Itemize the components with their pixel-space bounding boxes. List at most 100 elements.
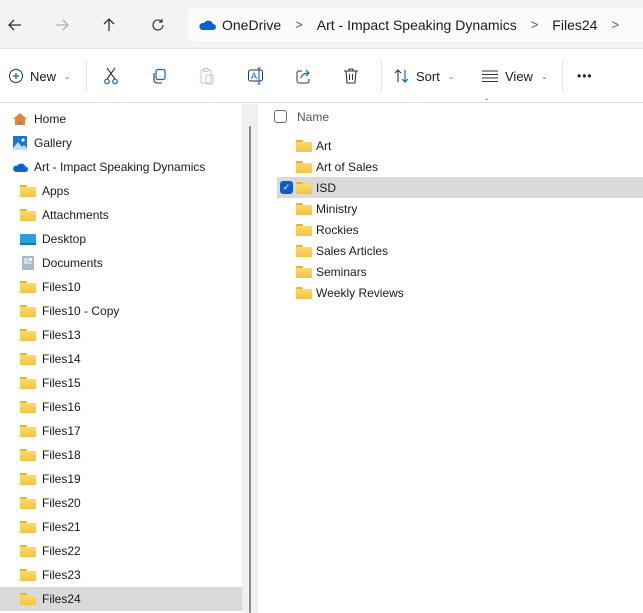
sidebar-item[interactable]: Files10 - Copy <box>0 299 242 323</box>
cut-button[interactable] <box>103 62 119 90</box>
rename-button[interactable]: A <box>247 62 265 90</box>
copy-button[interactable] <box>151 62 167 90</box>
sidebar-item[interactable]: Documents <box>0 251 242 275</box>
address-bar[interactable]: OneDrive > Art - Impact Speaking Dynamic… <box>188 8 643 41</box>
copy-icon <box>153 68 166 84</box>
sidebar-item[interactable]: Gallery <box>0 131 242 155</box>
sidebar-item-label: Files14 <box>42 352 81 366</box>
sidebar-item-label: Files24 <box>42 592 81 606</box>
sidebar-item[interactable]: Files23 <box>0 563 242 587</box>
sidebar-item[interactable]: Files17 <box>0 419 242 443</box>
folder-icon <box>20 545 36 557</box>
file-row[interactable]: Weekly Reviews <box>277 282 643 303</box>
sort-ascending-icon: ˆ <box>485 98 489 109</box>
paste-button[interactable] <box>199 62 215 90</box>
file-row[interactable]: Art of Sales <box>277 156 643 177</box>
sidebar-item[interactable]: Home <box>0 107 242 131</box>
sidebar-item[interactable]: Files14 <box>0 347 242 371</box>
sidebar-item[interactable]: Files15 <box>0 371 242 395</box>
sidebar-item[interactable]: Files10 <box>0 275 242 299</box>
sidebar-item[interactable]: Files18 <box>0 443 242 467</box>
home-icon <box>12 112 28 126</box>
file-name: Art of Sales <box>316 159 379 174</box>
view-button[interactable]: View ⌄ <box>481 62 548 90</box>
sort-icon <box>394 69 409 83</box>
folder-icon <box>20 425 36 437</box>
breadcrumb-label: OneDrive <box>222 16 282 33</box>
folder-icon <box>20 401 36 413</box>
refresh-button[interactable] <box>143 10 173 40</box>
more-icon: ••• <box>577 69 593 83</box>
sidebar-item[interactable]: Files19 <box>0 467 242 491</box>
chevron-right-icon[interactable]: > <box>531 17 539 32</box>
folder-icon <box>20 473 36 485</box>
new-button[interactable]: New ⌄ <box>8 62 71 90</box>
arrow-right-icon <box>56 19 69 31</box>
file-row[interactable]: Art <box>277 135 643 156</box>
chevron-down-icon: ⌄ <box>447 71 455 81</box>
folder-icon <box>20 353 36 365</box>
row-checkbox[interactable]: ✓ <box>280 181 293 194</box>
sidebar-scrollbar[interactable] <box>242 104 258 613</box>
breadcrumb-onedrive[interactable]: OneDrive <box>198 17 281 33</box>
folder-icon <box>296 286 312 299</box>
sidebar-item[interactable]: Attachments <box>0 203 242 227</box>
more-options-button[interactable]: ••• <box>577 62 593 90</box>
sidebar-item-label: Gallery <box>34 136 73 150</box>
sidebar-item[interactable]: Files21 <box>0 515 242 539</box>
folder-icon <box>20 593 36 605</box>
chevron-right-icon[interactable]: > <box>611 17 619 32</box>
file-row[interactable]: Ministry <box>277 198 643 219</box>
sidebar-item[interactable]: Apps <box>0 179 242 203</box>
sidebar-item[interactable]: Files13 <box>0 323 242 347</box>
sidebar-item[interactable]: Art - Impact Speaking Dynamics <box>0 155 242 179</box>
sidebar-item-label: Files20 <box>42 496 81 510</box>
navigation-pane: Home Gallery Art - Impact Speaking Dynamic… <box>0 104 242 613</box>
sort-label: Sort <box>416 68 440 84</box>
file-row[interactable]: ✓ ISD <box>277 177 643 198</box>
sidebar-item-label: Files13 <box>42 328 81 342</box>
file-list: Name ˆ Art Art of Sales ✓ ISD Ministry Rockie… <box>259 98 643 613</box>
folder-icon <box>296 265 312 278</box>
paste-icon <box>200 68 214 85</box>
breadcrumb-files24[interactable]: Files24 <box>552 17 597 33</box>
arrow-left-icon <box>8 19 21 31</box>
plus-circle-icon <box>9 69 23 83</box>
sidebar-item-label: Files22 <box>42 544 81 558</box>
up-button[interactable] <box>94 10 124 40</box>
folder-icon <box>20 209 36 221</box>
sidebar-item[interactable]: Desktop <box>0 227 242 251</box>
file-row[interactable]: Rockies <box>277 219 643 240</box>
sidebar-item-label: Home <box>34 112 67 126</box>
breadcrumb-label: Art - Impact Speaking Dynamics <box>316 16 517 33</box>
file-name: Sales Articles <box>316 243 389 258</box>
sidebar-item[interactable]: Files22 <box>0 539 242 563</box>
navigation-bar: OneDrive > Art - Impact Speaking Dynamic… <box>0 0 643 49</box>
file-row[interactable]: Seminars <box>277 261 643 282</box>
svg-text:A: A <box>251 71 257 81</box>
column-header-name[interactable]: Name <box>297 110 329 124</box>
scrollbar-thumb[interactable] <box>249 126 251 613</box>
file-row[interactable]: Sales Articles <box>277 240 643 261</box>
back-button[interactable] <box>0 10 30 40</box>
refresh-icon <box>152 19 164 31</box>
folder-icon <box>20 521 36 533</box>
forward-button[interactable] <box>47 10 77 40</box>
command-bar: New ⌄ A Sort ⌄ View ⌄ ••• <box>0 50 643 103</box>
breadcrumb-art-impact[interactable]: Art - Impact Speaking Dynamics <box>317 17 517 33</box>
rename-icon: A <box>248 67 263 85</box>
column-header-row: Name ˆ <box>259 98 643 132</box>
folder-icon <box>296 244 312 257</box>
sidebar-item[interactable]: Files20 <box>0 491 242 515</box>
sidebar-item-label: Desktop <box>42 232 87 246</box>
select-all-checkbox[interactable] <box>274 110 287 123</box>
sidebar-item[interactable]: Files24 <box>0 587 242 611</box>
folder-icon <box>296 223 312 236</box>
sort-button[interactable]: Sort ⌄ <box>394 62 455 90</box>
sidebar-item-label: Files17 <box>42 424 81 438</box>
share-button[interactable] <box>295 62 313 90</box>
chevron-right-icon[interactable]: > <box>295 17 303 32</box>
delete-button[interactable] <box>343 62 359 90</box>
sidebar-item[interactable]: Files16 <box>0 395 242 419</box>
file-name: Rockies <box>316 222 359 237</box>
